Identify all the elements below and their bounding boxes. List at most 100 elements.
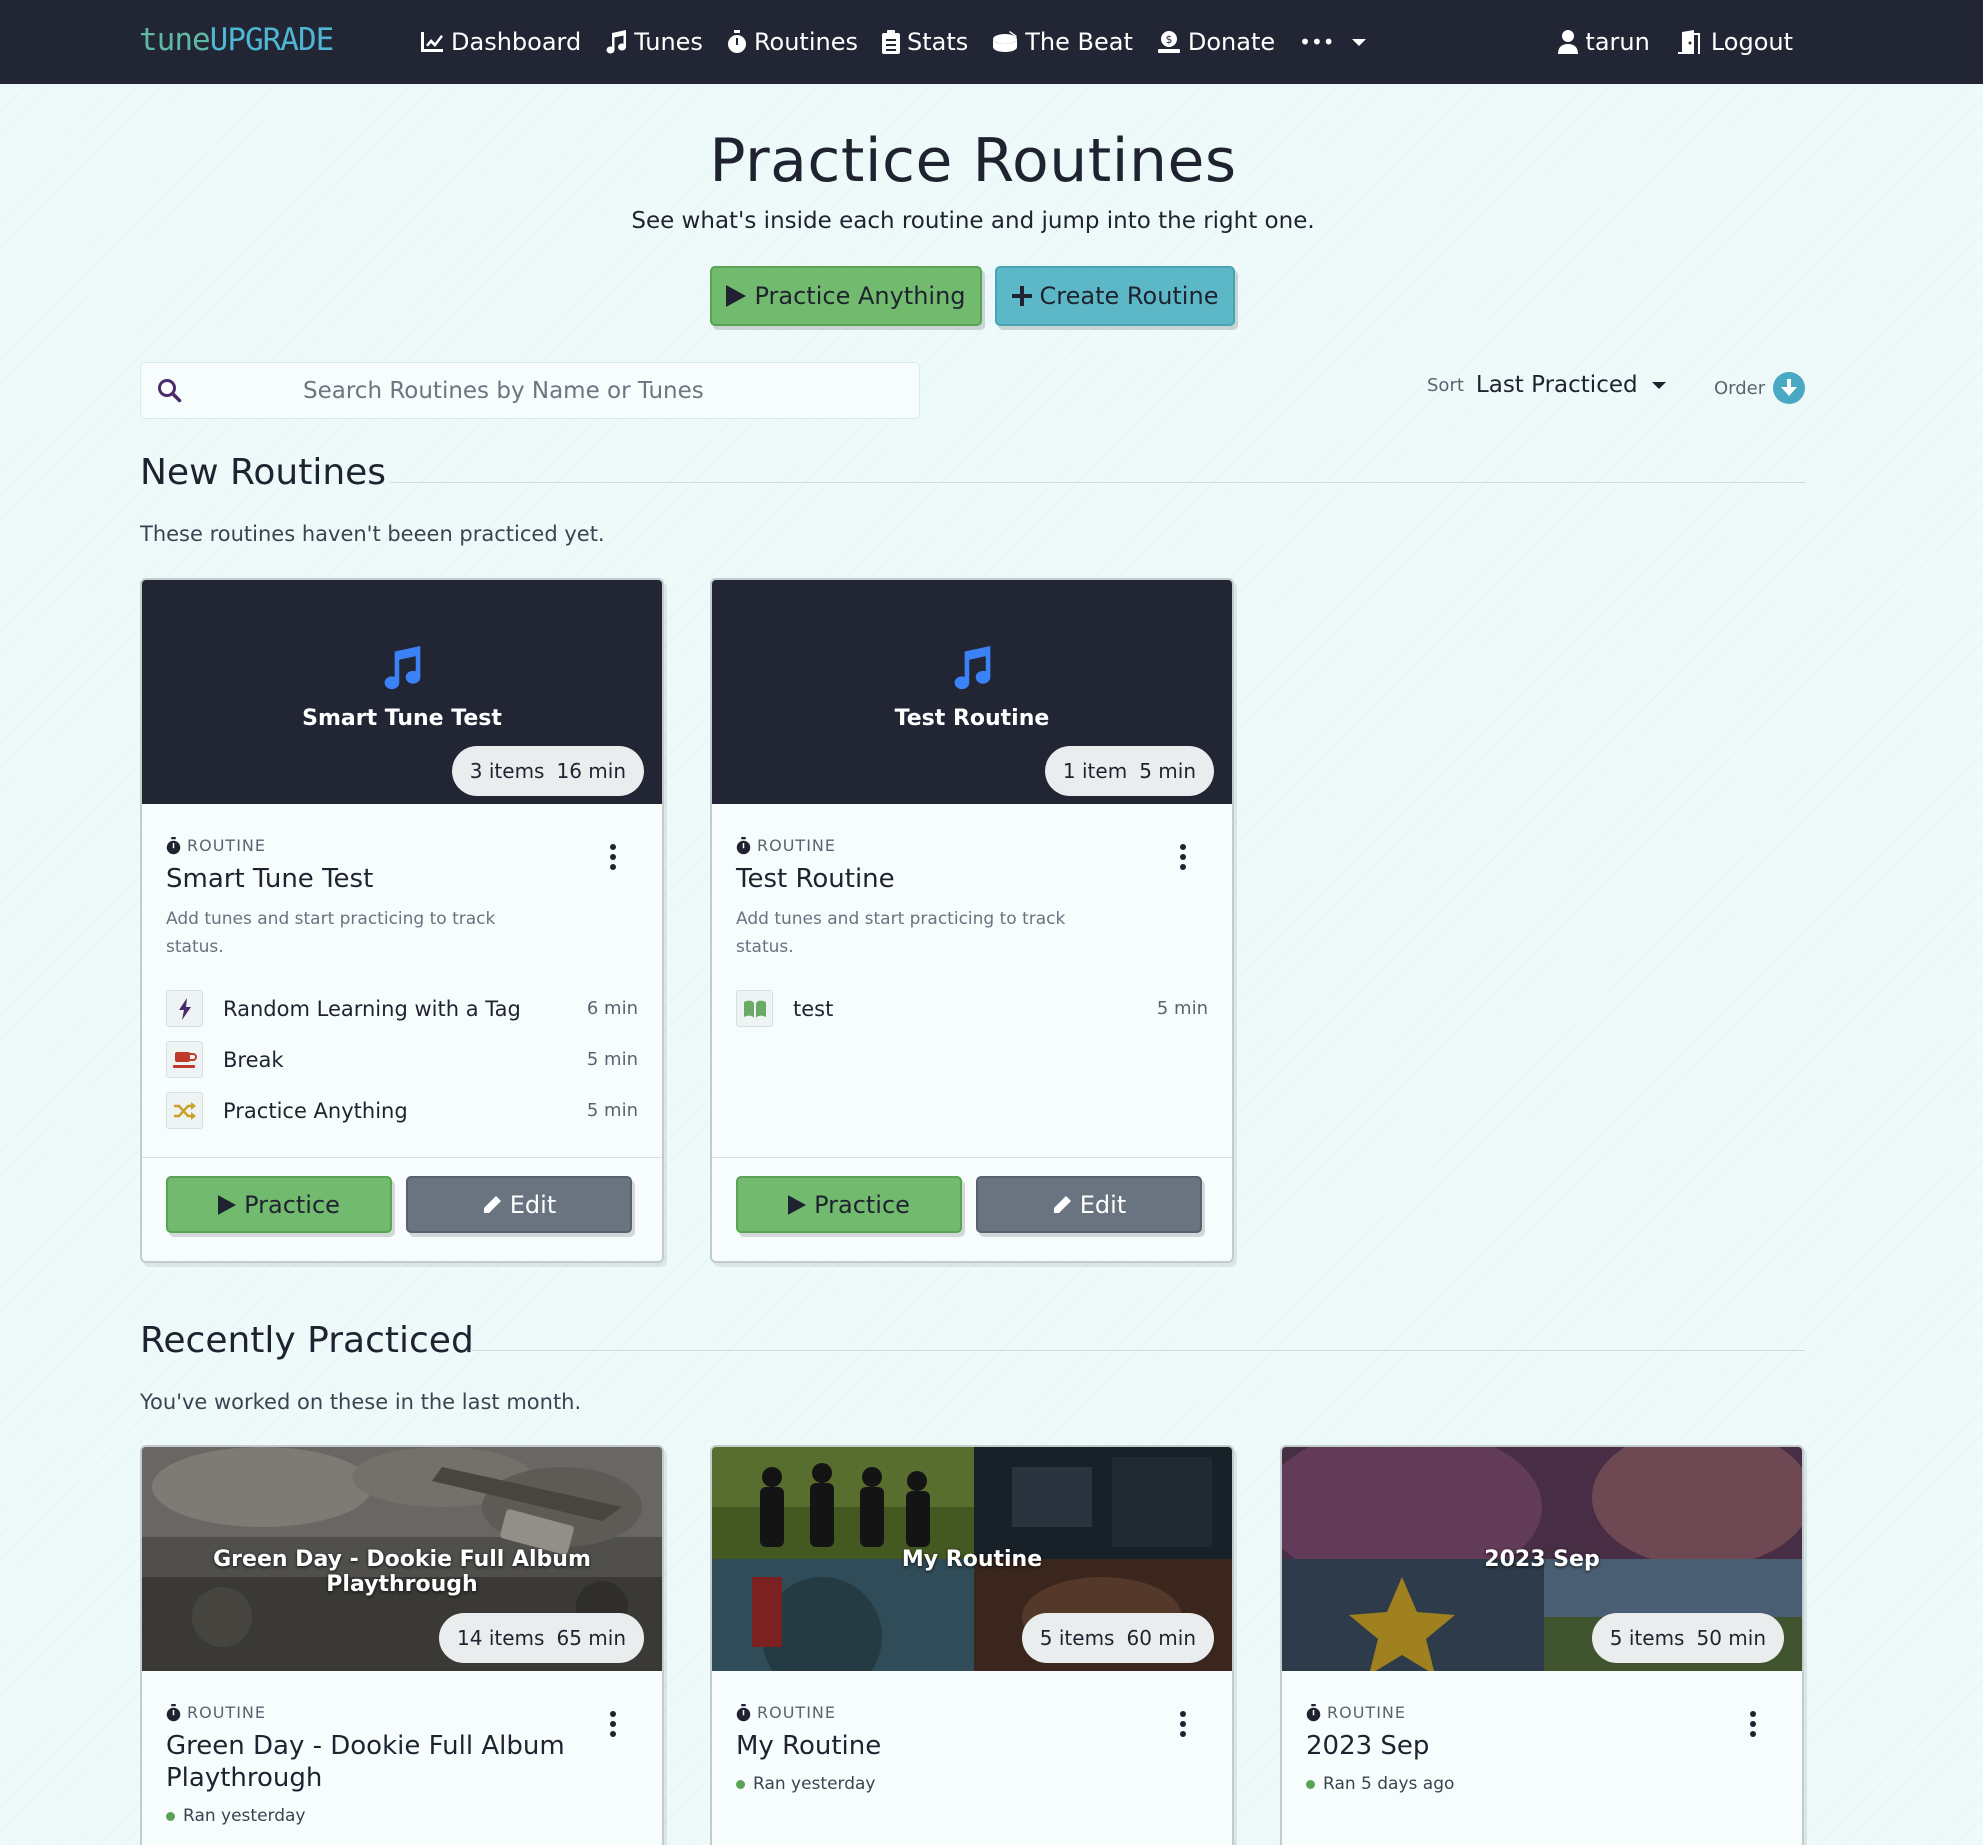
list-item: Practice Anything 5 min — [166, 1085, 638, 1136]
routine-duration: 65 min — [556, 1626, 626, 1650]
card-title[interactable]: My Routine — [736, 1730, 1208, 1762]
more-options-icon[interactable] — [1178, 844, 1188, 870]
routine-duration: 50 min — [1696, 1626, 1766, 1650]
routine-items-list: Random Learning with a Tag 6 min Break 5… — [166, 983, 638, 1136]
item-duration: 5 min — [586, 1100, 638, 1121]
more-options-icon[interactable] — [1748, 1711, 1758, 1737]
stopwatch-icon — [1306, 1703, 1321, 1721]
card-eyebrow: ROUTINE — [736, 836, 1208, 855]
item-name: Break — [223, 1047, 284, 1072]
routine-stats-badge: 3 items 16 min — [451, 746, 644, 796]
nav-item-label: Routines — [753, 28, 858, 56]
page-subtitle: See what's inside each routine and jump … — [631, 208, 1315, 234]
edit-label: Edit — [509, 1190, 557, 1219]
card-banner-image: My Routine 5 items 60 min — [712, 1447, 1232, 1671]
section-title-text: New Routines — [140, 452, 387, 493]
card-body: ROUTINE Green Day - Dookie Full Album Pl… — [142, 1671, 662, 1826]
last-practiced-status: Ran 5 days ago — [1306, 1774, 1778, 1794]
nav-item-label: Tunes — [634, 28, 703, 56]
stopwatch-icon — [736, 836, 751, 854]
practice-anything-button[interactable]: Practice Anything — [710, 266, 982, 326]
create-routine-button[interactable]: Create Routine — [995, 266, 1235, 326]
section-desc-recent: You've worked on these in the last month… — [140, 1390, 582, 1414]
list-item: Break 5 min — [166, 1034, 638, 1085]
section-title-text: Recently Practiced — [140, 1320, 474, 1361]
routine-card: 2023 Sep 5 items 50 min ROUTINE 2023 Sep… — [1280, 1445, 1804, 1845]
eyebrow-label: ROUTINE — [757, 1703, 836, 1722]
clipboard-icon — [882, 30, 900, 54]
nav-item-tunes[interactable]: Tunes — [605, 28, 703, 56]
section-title-new: New Routines — [140, 452, 386, 493]
brand-logo-part-a: tune — [139, 22, 211, 58]
item-name: test — [793, 996, 834, 1021]
sort-value: Last Practiced — [1475, 372, 1638, 398]
card-title[interactable]: Green Day - Dookie Full Album Playthroug… — [166, 1730, 586, 1794]
routine-card: Smart Tune Test 3 items 16 min ROUTINE S… — [140, 578, 664, 1263]
last-practiced-status: Ran yesterday — [736, 1774, 1208, 1794]
sort-label: Sort — [1427, 374, 1464, 396]
brand-logo-part-b: UPGRADE — [209, 22, 335, 58]
section-divider — [470, 1350, 1805, 1351]
item-name: Random Learning with a Tag — [223, 996, 521, 1021]
nav-item-routines[interactable]: Routines — [727, 28, 858, 56]
edit-button[interactable]: Edit — [976, 1176, 1202, 1233]
nav-more-dropdown[interactable]: ••• — [1299, 30, 1366, 54]
nav-item-stats[interactable]: Stats — [882, 28, 968, 56]
nav-item-dashboard[interactable]: Dashboard — [420, 28, 581, 56]
nav-item-the-beat[interactable]: The Beat — [992, 28, 1133, 56]
nav-logout[interactable]: Logout — [1676, 28, 1793, 56]
brand-logo[interactable]: tuneUPGRADE — [139, 22, 335, 58]
more-options-icon[interactable] — [1178, 1711, 1188, 1737]
card-title[interactable]: 2023 Sep — [1306, 1730, 1778, 1762]
eyebrow-label: ROUTINE — [757, 836, 836, 855]
nav-item-label: Stats — [907, 28, 969, 56]
sort-dropdown[interactable]: Sort Last Practiced — [1427, 372, 1666, 398]
order-toggle[interactable]: Order — [1714, 372, 1806, 404]
plus-icon — [1011, 286, 1032, 306]
items-count: 3 items — [469, 759, 545, 783]
drum-icon — [993, 31, 1018, 52]
practice-button[interactable]: Practice — [166, 1176, 392, 1233]
music-note-icon — [606, 30, 627, 54]
nav-links: Dashboard Tunes Routines Stats The Beat … — [420, 0, 1366, 84]
card-hint: Add tunes and start practicing to track … — [736, 909, 1066, 957]
nav-user[interactable]: tarun — [1558, 28, 1650, 56]
create-routine-label: Create Routine — [1039, 282, 1219, 310]
card-eyebrow: ROUTINE — [166, 1703, 638, 1722]
card-body: ROUTINE Test Routine Add tunes and start… — [712, 804, 1232, 1034]
last-practiced-text: Ran 5 days ago — [1323, 1774, 1455, 1794]
nav-item-donate[interactable]: $ Donate — [1157, 28, 1275, 56]
arrow-down-circle-icon[interactable] — [1773, 372, 1806, 404]
edit-button[interactable]: Edit — [406, 1176, 632, 1233]
last-practiced-status: Ran yesterday — [166, 1806, 638, 1826]
practice-label: Practice — [244, 1190, 340, 1219]
eyebrow-label: ROUTINE — [187, 1703, 266, 1722]
stopwatch-icon — [166, 1703, 181, 1721]
section-divider — [390, 482, 1805, 483]
card-title[interactable]: Smart Tune Test — [166, 863, 638, 895]
card-title[interactable]: Test Routine — [736, 863, 1208, 895]
more-options-icon[interactable] — [608, 844, 618, 870]
routine-items-list: test 5 min — [736, 983, 1208, 1034]
routine-duration: 16 min — [556, 759, 626, 783]
edit-label: Edit — [1079, 1190, 1127, 1219]
bolt-icon — [166, 990, 203, 1027]
search-input[interactable] — [303, 377, 863, 404]
section-desc-new: These routines haven't beeen practiced y… — [140, 522, 605, 546]
practice-anything-label: Practice Anything — [754, 282, 966, 310]
banner-title: Test Routine — [894, 706, 1050, 731]
banner-title: Green Day - Dookie Full Album Playthroug… — [213, 1547, 591, 1597]
banner-title: Smart Tune Test — [302, 706, 502, 731]
card-banner: Smart Tune Test 3 items 16 min — [142, 580, 662, 804]
card-eyebrow: ROUTINE — [736, 1703, 1208, 1722]
card-banner-image: 2023 Sep 5 items 50 min — [1282, 1447, 1802, 1671]
routine-duration: 5 min — [1139, 759, 1196, 783]
card-hint: Add tunes and start practicing to track … — [166, 909, 496, 957]
more-options-icon[interactable] — [608, 1711, 618, 1737]
items-count: 5 items — [1039, 1626, 1115, 1650]
stopwatch-icon — [736, 1703, 751, 1721]
status-dot — [736, 1779, 745, 1789]
page-title: Practice Routines — [709, 126, 1237, 196]
practice-button[interactable]: Practice — [736, 1176, 962, 1233]
item-duration: 6 min — [586, 998, 638, 1019]
